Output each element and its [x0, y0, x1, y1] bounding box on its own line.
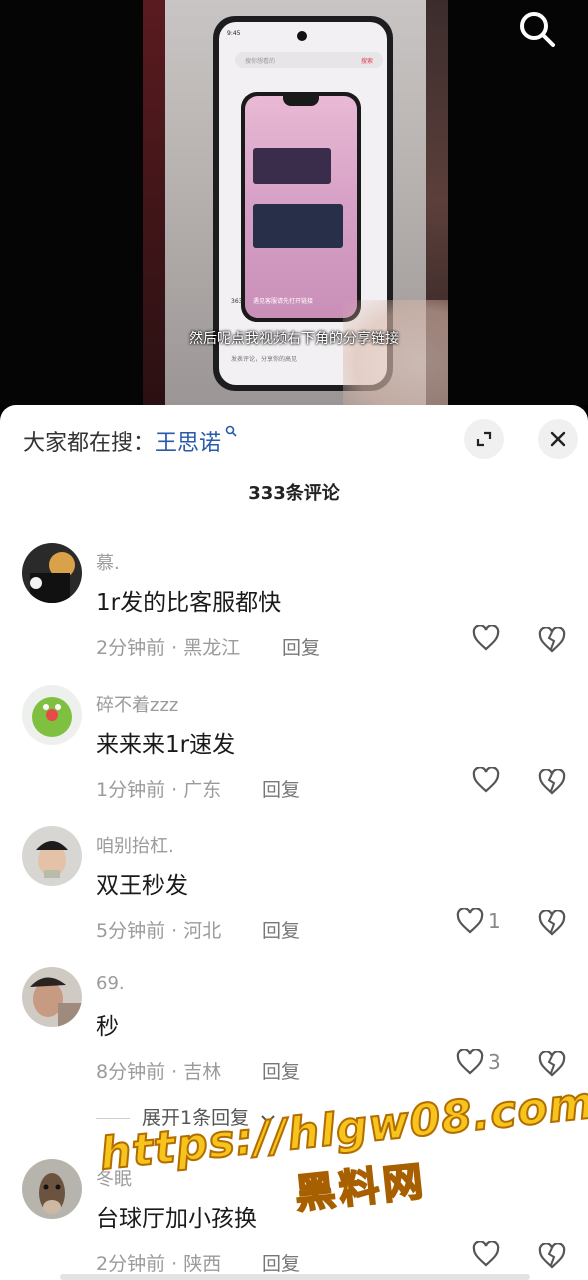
broken-heart-icon — [538, 909, 566, 936]
heart-icon — [472, 1240, 500, 1267]
like-button[interactable] — [472, 624, 500, 659]
reply-button[interactable]: 回复 — [262, 1249, 300, 1276]
expand-button[interactable] — [464, 419, 504, 459]
dislike-button[interactable] — [538, 1050, 566, 1081]
search-icon[interactable] — [516, 8, 558, 50]
reply-button[interactable]: 回复 — [262, 1057, 300, 1084]
comment-username[interactable]: 冬眠 — [96, 1165, 132, 1191]
comment-item: 慕. 1r发的比客服都快 2分钟前 · 黑龙江 回复 — [0, 543, 588, 683]
avatar[interactable] — [22, 543, 82, 603]
reply-button[interactable]: 回复 — [262, 775, 300, 802]
like-button[interactable] — [472, 1240, 500, 1275]
comment-item: 冬眠 台球厅加小孩换 2分钟前 · 陕西 回复 — [0, 1159, 588, 1280]
expand-icon — [476, 431, 492, 447]
like-count: 1 — [488, 909, 501, 933]
inner-phone-notch — [283, 96, 319, 106]
comment-meta: 1分钟前 · 广东 — [96, 779, 222, 801]
comment-location: 吉林 — [183, 1061, 222, 1083]
comment-time: 5分钟前 — [96, 920, 166, 942]
comment-meta: 5分钟前 · 河北 — [96, 920, 222, 942]
inner-thumbnail-1 — [253, 148, 331, 184]
video-player[interactable]: 9:45 搜你想看的 搜索 遇见客服请先打开链接 363 发表评论，分享你的高见 — [0, 0, 588, 405]
comment-time: 2分钟前 — [96, 1253, 166, 1275]
like-count: 3 — [488, 1050, 501, 1074]
comment-username[interactable]: 咱别抬杠. — [96, 832, 174, 858]
phone-status-time: 9:45 — [227, 30, 241, 37]
phone-search-placeholder: 搜你想看的 — [245, 58, 276, 65]
avatar[interactable] — [22, 1159, 82, 1219]
comment-location: 陕西 — [183, 1253, 222, 1275]
comment-username[interactable]: 慕. — [96, 549, 120, 575]
video-subtitle: 然后呢点我视频右下角的分享链接 — [189, 331, 399, 347]
reply-button[interactable]: 回复 — [282, 633, 320, 660]
comment-meta: 8分钟前 · 吉林 — [96, 1061, 222, 1083]
scroll-indicator — [60, 1274, 530, 1280]
phone-likes-count: 363 — [231, 298, 243, 305]
like-button[interactable]: 3 — [456, 1048, 501, 1083]
heart-icon — [456, 1048, 484, 1075]
trending-keyword[interactable]: 王思诺 — [155, 431, 221, 456]
comment-meta: 2分钟前 · 陕西 — [96, 1253, 222, 1275]
expand-replies-button[interactable]: 展开1条回复 — [96, 1103, 277, 1130]
trending-search[interactable]: 大家都在搜：王思诺 — [23, 425, 237, 457]
phone-search-button: 搜索 — [360, 58, 373, 65]
like-button[interactable]: 1 — [456, 907, 501, 942]
comment-location: 河北 — [183, 920, 222, 942]
comment-time: 2分钟前 — [96, 637, 166, 659]
comment-item: 碎不着zzz 来来来1r速发 1分钟前 · 广东 回复 — [0, 685, 588, 825]
close-icon — [550, 431, 566, 447]
broken-heart-icon — [538, 768, 566, 795]
avatar[interactable] — [22, 967, 82, 1027]
comment-text: 双王秒发 — [96, 873, 188, 899]
hand — [343, 300, 448, 405]
phone-search-bar: 搜你想看的 搜索 — [235, 52, 383, 68]
comment-username[interactable]: 碎不着zzz — [96, 691, 178, 717]
small-search-icon — [221, 425, 237, 441]
comment-text: 台球厅加小孩换 — [96, 1206, 257, 1232]
comment-text: 来来来1r速发 — [96, 732, 236, 758]
dislike-button[interactable] — [538, 1242, 566, 1273]
comment-time: 1分钟前 — [96, 779, 166, 801]
expand-replies-label: 展开1条回复 — [142, 1107, 250, 1129]
comment-location: 黑龙江 — [183, 637, 241, 659]
like-button[interactable] — [472, 766, 500, 801]
comment-text: 1r发的比客服都快 — [96, 590, 282, 616]
broken-heart-icon — [538, 626, 566, 653]
comment-text: 秒 — [96, 1014, 119, 1040]
comment-location: 广东 — [183, 779, 222, 801]
inner-caption: 遇见客服请先打开链接 — [253, 298, 314, 305]
chevron-down-icon — [261, 1114, 275, 1123]
comment-meta: 2分钟前 · 黑龙江 — [96, 637, 241, 659]
comment-item: 咱别抬杠. 双王秒发 5分钟前 · 河北 回复 1 — [0, 826, 588, 966]
heart-icon — [456, 907, 484, 934]
avatar[interactable] — [22, 826, 82, 886]
divider-line — [96, 1118, 130, 1119]
broken-heart-icon — [538, 1242, 566, 1269]
broken-heart-icon — [538, 1050, 566, 1077]
reply-button[interactable]: 回复 — [262, 916, 300, 943]
dislike-button[interactable] — [538, 626, 566, 657]
phone-camera — [297, 31, 307, 41]
heart-icon — [472, 766, 500, 793]
phone-comment-placeholder: 发表评论，分享你的高见 — [231, 356, 298, 363]
heart-icon — [472, 624, 500, 651]
avatar[interactable] — [22, 685, 82, 745]
comment-panel: 大家都在搜：王思诺 333条评论 慕. 1r发的比客服都快 2分钟前 · 黑龙江… — [0, 405, 588, 1280]
comment-time: 8分钟前 — [96, 1061, 166, 1083]
dislike-button[interactable] — [538, 768, 566, 799]
close-button[interactable] — [538, 419, 578, 459]
inner-phone-screen: 遇见客服请先打开链接 — [245, 96, 357, 318]
inner-phone: 遇见客服请先打开链接 — [241, 92, 361, 322]
trending-prefix: 大家都在搜： — [23, 431, 156, 456]
comment-count-title: 333条评论 — [248, 483, 340, 504]
dislike-button[interactable] — [538, 909, 566, 940]
comment-username[interactable]: 69. — [96, 973, 125, 994]
comment-item: 69. 秒 8分钟前 · 吉林 回复 3 — [0, 967, 588, 1107]
inner-thumbnail-2 — [253, 204, 343, 248]
